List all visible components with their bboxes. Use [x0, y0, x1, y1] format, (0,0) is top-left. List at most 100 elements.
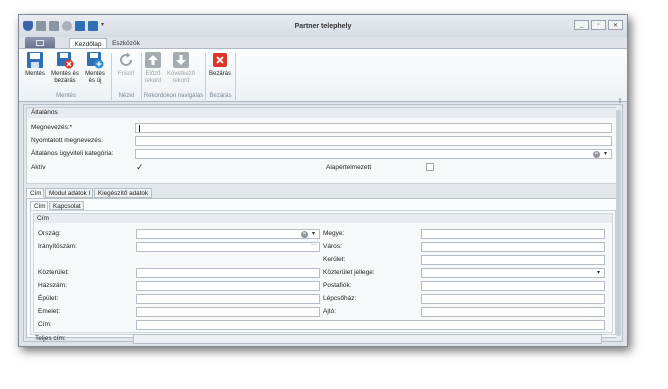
text-cursor [139, 125, 140, 132]
full-address-label: Teljes cím: [35, 335, 66, 342]
save-close-icon [56, 51, 74, 69]
building-input[interactable] [136, 294, 320, 304]
zip-input[interactable]: ··· [136, 242, 320, 252]
address-input[interactable] [136, 320, 605, 330]
application-menu-button[interactable] [25, 37, 55, 48]
staircase-input[interactable] [421, 294, 605, 304]
arrow-up-icon [144, 51, 162, 69]
cim-tab-panel: Cím Kapcsolat Cím Ország: ✕ ▾ Irányítósz… [26, 198, 620, 338]
group-label-record-navigation: Rekordokon navigálás [143, 93, 204, 99]
save-close-label-line2: bezárás [54, 78, 76, 84]
county-input[interactable] [421, 229, 605, 239]
vertical-scrollbar[interactable] [616, 106, 621, 340]
save-button-label: Mentés [25, 71, 45, 77]
clear-icon[interactable]: ✕ [593, 151, 600, 158]
chevron-down-icon[interactable]: ▾ [312, 230, 315, 237]
next-label-line2: rekord [172, 78, 190, 84]
default-checkbox[interactable] [426, 163, 434, 171]
next-record-button[interactable]: Következő rekord [166, 51, 196, 85]
form-content: Általános Megnevezés:* Nyomtatott megnev… [23, 104, 623, 344]
name-input[interactable] [135, 123, 612, 133]
active-checkbox[interactable]: ✓ [136, 163, 144, 172]
close-window-button[interactable]: ✕ [608, 20, 623, 30]
po-box-input[interactable] [421, 281, 605, 291]
door-label: Ajtó: [323, 308, 337, 315]
country-combo[interactable]: ✕ ▾ [136, 229, 320, 239]
printed-name-label: Nyomtatott megnevezés: [31, 137, 103, 144]
close-icon [211, 51, 229, 69]
tab-kiegeszito-adatok[interactable]: Kiegészítő adatok [94, 188, 152, 198]
scrollbar-thumb[interactable] [616, 110, 621, 336]
address-header: Cím [34, 214, 612, 223]
prev-label-line1: Előző [145, 71, 161, 77]
public-area-input[interactable] [136, 268, 320, 278]
save-and-new-button[interactable]: Mentés és új [82, 51, 108, 85]
public-area-label: Közterület: [38, 269, 70, 276]
partner-site-window: ▾ Partner telephely _ ▫ ✕ Kezdőlap Eszkö… [18, 14, 628, 347]
subtab-cim[interactable]: Cím [30, 201, 48, 210]
window-title: Partner telephely [294, 23, 352, 30]
door-input[interactable] [421, 307, 605, 317]
chevron-down-icon[interactable]: ▾ [604, 150, 607, 157]
ribbon: Mentés Mentés és bezárás Mentés és új Fr… [19, 48, 627, 105]
subtab-kapcsolat[interactable]: Kapcsolat [49, 201, 84, 210]
save-button[interactable]: Mentés [22, 51, 48, 78]
category-combo[interactable]: ✕ ▾ [135, 149, 612, 159]
floppy-disk-icon [26, 51, 44, 69]
tab-modul-adatok[interactable]: Modul adatok I [45, 188, 93, 198]
address-group: Cím Ország: ✕ ▾ Irányítószám: ··· Közter… [33, 213, 613, 333]
save-close-label-line1: Mentés és [51, 71, 79, 77]
country-label: Ország: [38, 230, 61, 237]
default-label: Alapértelmezett [326, 164, 372, 171]
district-label: Kerület: [323, 256, 346, 263]
minimize-button[interactable]: _ [574, 20, 589, 30]
save-and-close-button[interactable]: Mentés és bezárás [49, 51, 81, 85]
save-new-label-line2: és új [88, 78, 102, 84]
save-new-label-line1: Mentés [85, 71, 105, 77]
county-label: Megye: [323, 230, 345, 237]
district-input[interactable] [421, 255, 605, 265]
group-label-close: Bezárás [209, 93, 232, 99]
refresh-button[interactable]: Frissít [113, 51, 139, 78]
name-label: Megnevezés:* [31, 124, 73, 131]
public-area-type-label: Közterület jellege: [323, 269, 375, 276]
chevron-down-icon[interactable]: ▾ [597, 269, 600, 276]
title-bar: ▾ Partner telephely _ ▫ ✕ [19, 15, 627, 37]
floor-label: Emelet: [38, 308, 61, 315]
city-input[interactable] [421, 242, 605, 252]
house-number-input[interactable] [136, 281, 320, 291]
po-box-label: Postafiók: [323, 282, 352, 289]
staircase-label: Lépcsőház: [323, 295, 357, 302]
arrow-down-icon [172, 51, 190, 69]
address-label: Cím: [38, 321, 52, 328]
refresh-label: Frissít [117, 71, 135, 77]
category-label: Általános ügyviteli kategória: [31, 150, 114, 157]
prev-label-line2: rekord [144, 78, 162, 84]
building-label: Épület: [38, 295, 59, 302]
previous-record-button[interactable]: Előző rekord [143, 51, 163, 85]
next-label-line1: Következő [166, 71, 196, 77]
close-label: Bezárás [208, 71, 231, 77]
group-label-save: Mentés [56, 93, 76, 99]
active-label: Aktív [31, 164, 46, 171]
sub-tabs-container: Cím Kapcsolat Cím Ország: ✕ ▾ Irányítósz… [30, 201, 616, 335]
maximize-button[interactable]: ▫ [591, 20, 606, 30]
house-number-label: Házszám: [38, 282, 67, 289]
tab-cim[interactable]: Cím [26, 188, 44, 198]
ellipsis-icon[interactable]: ··· [311, 242, 317, 248]
ribbon-separator [235, 53, 236, 100]
save-new-icon [86, 51, 104, 69]
clear-icon[interactable]: ✕ [301, 231, 308, 238]
general-header: Általános [27, 108, 619, 118]
public-area-type-combo[interactable]: ▾ [421, 268, 605, 278]
group-label-view: Nézet [118, 93, 135, 99]
general-group: Általános Megnevezés:* Nyomtatott megnev… [26, 107, 620, 184]
city-label: Város: [323, 243, 342, 250]
zip-label: Irányítószám: [38, 243, 78, 250]
address-subpanel: Cím Ország: ✕ ▾ Irányítószám: ··· Közter… [30, 210, 616, 335]
close-button[interactable]: Bezárás [207, 51, 233, 78]
refresh-icon [117, 51, 135, 69]
full-address-readonly [133, 334, 602, 344]
floor-input[interactable] [136, 307, 320, 317]
printed-name-input[interactable] [135, 136, 612, 146]
